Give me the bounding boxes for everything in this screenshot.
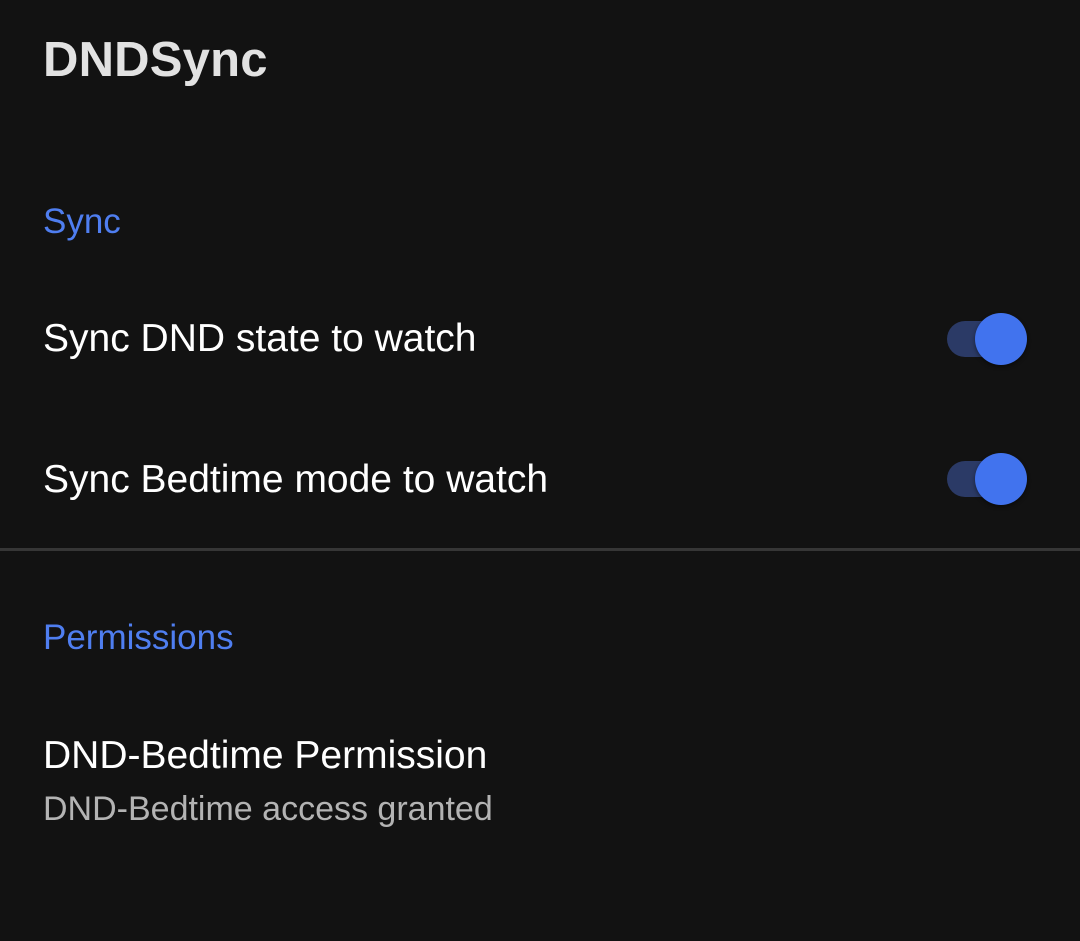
pref-title: DND-Bedtime Permission (43, 734, 488, 777)
app-title: DNDSync (43, 33, 268, 87)
pref-title: Sync DND state to watch (43, 317, 477, 360)
sync-dnd-switch[interactable] (946, 311, 1030, 367)
category-title-permissions: Permissions (43, 618, 234, 657)
pref-dnd-bedtime-permission[interactable]: DND-Bedtime Permission DND-Bedtime acces… (0, 700, 1080, 870)
section-divider (0, 548, 1080, 551)
category-title-sync: Sync (43, 202, 121, 241)
sync-bedtime-switch[interactable] (946, 451, 1030, 507)
app-bar: DNDSync (0, 0, 1080, 130)
pref-sync-dnd-state[interactable]: Sync DND state to watch (0, 269, 1080, 409)
switch-thumb (975, 453, 1027, 505)
switch-thumb (975, 313, 1027, 365)
pref-title: Sync Bedtime mode to watch (43, 458, 549, 501)
pref-summary: DND-Bedtime access granted (43, 790, 493, 828)
pref-sync-bedtime-mode[interactable]: Sync Bedtime mode to watch (0, 410, 1080, 550)
